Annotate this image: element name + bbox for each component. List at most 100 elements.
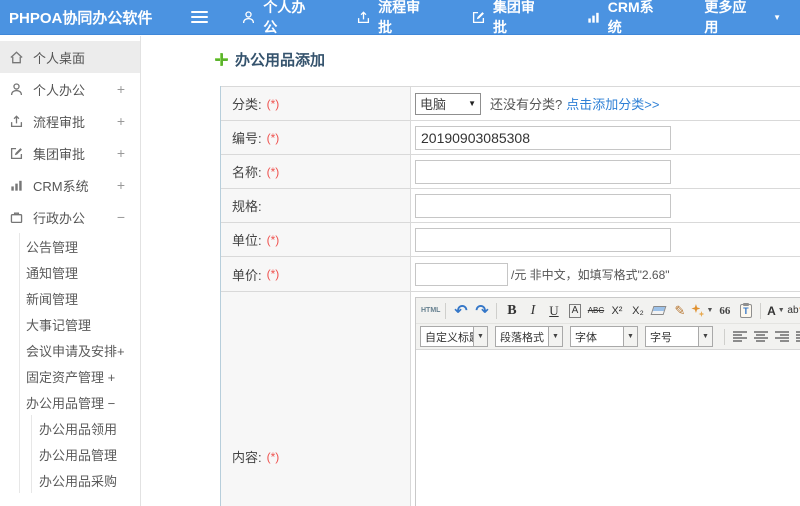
sidebar-item-crm[interactable]: CRM系统 + bbox=[0, 169, 140, 201]
font-color-button[interactable]: A ▼ bbox=[765, 300, 786, 321]
expand-sign[interactable]: + bbox=[117, 113, 125, 129]
add-category-link[interactable]: 点击添加分类>> bbox=[566, 94, 659, 113]
justify-button[interactable] bbox=[792, 326, 800, 347]
nav-group-approval[interactable]: 集团审批 bbox=[452, 0, 567, 35]
font-style-button[interactable]: A bbox=[568, 303, 582, 318]
sidebar-item-supplies-purchase[interactable]: 办公用品采购 bbox=[32, 467, 140, 493]
strikethrough-button[interactable]: ABC bbox=[585, 300, 606, 321]
redo-icon[interactable]: ↷ bbox=[471, 300, 492, 321]
page-title-text: 办公用品添加 bbox=[235, 52, 326, 69]
sidebar-item-desktop[interactable]: 个人桌面 bbox=[0, 41, 140, 73]
eraser-icon bbox=[650, 306, 667, 315]
format-brush-button[interactable]: ✎ bbox=[669, 300, 690, 321]
category-label: 分类: (*) bbox=[221, 87, 411, 120]
price-format-hint: /元 非中文，如填写格式"2.68" bbox=[511, 267, 670, 282]
hamburger-menu-icon[interactable] bbox=[191, 8, 209, 26]
sidebar-item-supplies-manage[interactable]: 办公用品管理 bbox=[32, 441, 140, 467]
subscript-button[interactable]: X₂ bbox=[627, 300, 648, 321]
price-field: /元 非中文，如填写格式"2.68" bbox=[411, 257, 800, 291]
add-plus-icon bbox=[215, 53, 228, 66]
bold-button[interactable]: B bbox=[501, 300, 522, 321]
sidebar-item-supplies-claim[interactable]: 办公用品领用 bbox=[32, 415, 140, 441]
nav-label: 集团审批 bbox=[492, 0, 535, 35]
required-mark: (*) bbox=[266, 164, 280, 179]
html-source-button[interactable]: HTML bbox=[420, 300, 441, 321]
font-color-letter: A bbox=[767, 303, 776, 318]
paragraph-format-select[interactable]: 段落格式 ▼ bbox=[495, 326, 563, 347]
price-input[interactable] bbox=[415, 262, 508, 286]
nav-workflow-approval[interactable]: 流程审批 bbox=[337, 0, 452, 35]
sidebar-item-notice-mgmt[interactable]: 通知管理 bbox=[20, 259, 140, 285]
editor-content-area[interactable] bbox=[416, 350, 800, 506]
select-caret-icon: ▼ bbox=[548, 327, 562, 346]
sidebar-item-workflow-approval[interactable]: 流程审批 + bbox=[0, 105, 140, 137]
undo-icon[interactable]: ↶ bbox=[450, 300, 471, 321]
chevron-down-icon: ▼ bbox=[706, 307, 714, 314]
main-content: 办公用品添加 分类: (*) 电脑 ▼ 还没有分类? 点击添加分类>> 编号: … bbox=[142, 36, 800, 506]
expand-sign[interactable]: + bbox=[117, 145, 125, 161]
expand-sign[interactable]: + bbox=[117, 177, 125, 193]
spec-field bbox=[411, 189, 800, 222]
custom-heading-select[interactable]: 自定义标题 ▼ bbox=[420, 326, 488, 347]
sidebar-item-meeting-mgmt[interactable]: 会议申请及安排+ bbox=[20, 337, 140, 363]
sidebar-item-fixed-assets-mgmt[interactable]: 固定资产管理 + bbox=[20, 363, 140, 389]
top-header: PHPOA协同办公软件 个人办公 流程审批 集团审批 CRM系统 更多应用 ▼ bbox=[0, 0, 800, 35]
underline-button[interactable]: U bbox=[543, 300, 564, 321]
blockquote-button[interactable]: 66 bbox=[714, 300, 735, 321]
form-row-price: 单价: (*) /元 非中文，如填写格式"2.68" bbox=[221, 256, 800, 291]
select-caret-icon: ▼ bbox=[473, 327, 487, 346]
expand-sign[interactable]: + bbox=[117, 81, 125, 97]
align-center-icon bbox=[753, 331, 768, 342]
bar-chart-icon bbox=[9, 178, 24, 193]
sidebar-item-office-supplies-mgmt[interactable]: 办公用品管理 − bbox=[20, 389, 140, 415]
justify-icon bbox=[795, 331, 800, 342]
nav-crm[interactable]: CRM系统 bbox=[567, 0, 686, 35]
required-mark: (*) bbox=[266, 96, 280, 111]
select-caret-icon: ▼ bbox=[468, 99, 476, 108]
expand-sign[interactable]: − bbox=[117, 209, 125, 225]
sub-item-label: 办公用品管理 bbox=[39, 447, 118, 463]
sidebar-item-announcement-mgmt[interactable]: 公告管理 bbox=[20, 233, 140, 259]
sub-item-label: 办公用品领用 bbox=[39, 421, 118, 437]
unit-input[interactable] bbox=[415, 227, 671, 252]
align-center-button[interactable] bbox=[750, 326, 771, 347]
supplies-add-form: 分类: (*) 电脑 ▼ 还没有分类? 点击添加分类>> 编号: (*) 201… bbox=[220, 86, 800, 506]
sidebar-item-label: 集团审批 bbox=[33, 146, 86, 162]
remove-format-button[interactable] bbox=[648, 300, 669, 321]
category-select[interactable]: 电脑 ▼ bbox=[415, 92, 481, 115]
font-family-select[interactable]: 字体 ▼ bbox=[570, 326, 638, 347]
sidebar-item-memorabilia-mgmt[interactable]: 大事记管理 bbox=[20, 311, 140, 337]
quick-format-button[interactable]: ▼ bbox=[690, 300, 714, 321]
field-label: 单位: bbox=[232, 233, 262, 248]
top-nav: 个人办公 流程审批 集团审批 CRM系统 更多应用 ▼ bbox=[222, 0, 800, 35]
user-icon bbox=[241, 10, 256, 25]
font-size-select[interactable]: 字号 ▼ bbox=[645, 326, 713, 347]
paste-as-text-button[interactable]: T bbox=[735, 300, 756, 321]
spec-input[interactable] bbox=[415, 193, 671, 218]
content-label: 内容: (*) bbox=[221, 292, 411, 506]
sub-item-label: 公告管理 bbox=[26, 239, 79, 255]
code-input[interactable] bbox=[415, 125, 671, 150]
unit-label: 单位: (*) bbox=[221, 223, 411, 256]
app-logo[interactable]: PHPOA协同办公软件 bbox=[0, 7, 161, 28]
superscript-button[interactable]: X² bbox=[606, 300, 627, 321]
italic-button[interactable]: I bbox=[522, 300, 543, 321]
sidebar-item-group-approval[interactable]: 集团审批 + bbox=[0, 137, 140, 169]
sidebar-item-label: 行政办公 bbox=[33, 210, 86, 226]
sidebar-item-admin-office[interactable]: 行政办公 − bbox=[0, 201, 140, 233]
price-label: 单价: (*) bbox=[221, 257, 411, 291]
sidebar-item-personal-office[interactable]: 个人办公 + bbox=[0, 73, 140, 105]
selected-option: 电脑 bbox=[420, 97, 447, 112]
nav-personal-office[interactable]: 个人办公 bbox=[222, 0, 337, 35]
name-label: 名称: (*) bbox=[221, 155, 411, 188]
spec-label: 规格: bbox=[221, 189, 411, 222]
required-mark: (*) bbox=[266, 130, 280, 145]
name-input[interactable] bbox=[415, 159, 671, 184]
sidebar-item-news-mgmt[interactable]: 新闻管理 bbox=[20, 285, 140, 311]
edit-icon bbox=[471, 10, 486, 25]
sub-item-label: 会议申请及安排+ bbox=[26, 343, 125, 359]
align-left-button[interactable] bbox=[729, 326, 750, 347]
highlight-color-button[interactable]: ab✎▼ bbox=[786, 300, 800, 321]
nav-more-apps[interactable]: 更多应用 ▼ bbox=[685, 0, 800, 35]
align-right-button[interactable] bbox=[771, 326, 792, 347]
